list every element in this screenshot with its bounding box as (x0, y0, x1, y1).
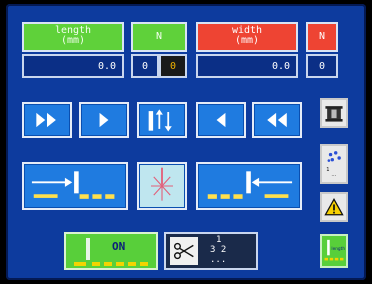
n1-active-value[interactable]: 0 (159, 54, 187, 78)
width-unit: (mm) (234, 35, 260, 46)
sequence-program-button[interactable]: 1 3 2 ... (164, 232, 258, 270)
n1-value-field[interactable]: 0 (131, 54, 159, 78)
width-header: width (mm) (196, 22, 298, 52)
control-panel-screen: length (mm) N width (mm) N 0.0 0 0 0.0 0 (6, 4, 366, 280)
n2-title: N (318, 31, 326, 42)
warning-button[interactable] (320, 192, 348, 222)
sequence-icon: 1 ... (326, 151, 341, 178)
length-mode-button[interactable]: length (320, 234, 348, 268)
seq-hint-1: 1 (326, 167, 329, 173)
push-right-button[interactable] (22, 162, 128, 210)
fast-back-button[interactable] (252, 102, 302, 138)
warning-icon (324, 197, 344, 216)
length-unit: (mm) (60, 35, 86, 46)
n2-header: N (306, 22, 338, 52)
push-right-icon (31, 171, 115, 199)
push-left-button[interactable] (196, 162, 302, 210)
seq-line-2: 3 2 (210, 245, 227, 255)
length-header: length (mm) (22, 22, 124, 52)
fast-forward-icon (36, 112, 56, 128)
length-value-field[interactable]: 0.0 (22, 54, 124, 78)
n2-value-field[interactable]: 0 (306, 54, 338, 78)
fast-forward-button[interactable] (22, 102, 72, 138)
n1-title: N (155, 31, 163, 42)
fast-back-icon (267, 112, 287, 128)
sequence-settings-button[interactable]: 1 ... (320, 144, 348, 184)
seq-line-3: ... (210, 255, 227, 265)
laser-icon (151, 167, 173, 201)
push-left-icon (207, 171, 293, 199)
length-mode-label: length (331, 246, 345, 252)
on-label: ON (112, 240, 126, 253)
seq-hint-2: ... (331, 172, 336, 178)
spool-icon (325, 106, 343, 122)
spool-button[interactable] (320, 98, 348, 128)
sort-arrows-icon (148, 109, 172, 132)
back-button[interactable] (196, 102, 246, 138)
seq-line-1: 1 (216, 235, 222, 245)
back-icon (216, 112, 226, 128)
sort-button[interactable] (137, 102, 187, 138)
forward-button[interactable] (79, 102, 129, 138)
laser-button[interactable] (137, 162, 187, 210)
forward-icon (99, 112, 109, 128)
n1-header: N (131, 22, 187, 52)
scissors-icon (170, 237, 198, 265)
width-value-field[interactable]: 0.0 (196, 54, 298, 78)
on-toggle-button[interactable]: ON (64, 232, 158, 270)
length-ruler-icon: length (324, 239, 345, 261)
